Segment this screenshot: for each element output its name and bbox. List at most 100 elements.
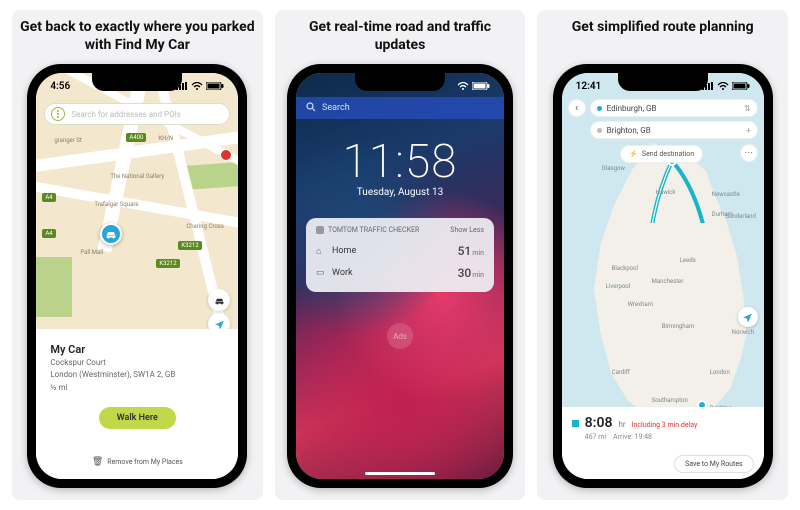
map-label: Pall Mall	[80, 249, 103, 256]
eta-value: 51	[458, 244, 472, 258]
city-label: Newcastle	[712, 191, 740, 198]
car-icon	[214, 296, 225, 305]
city-label: Sunderland	[726, 213, 756, 220]
city-label: Cardiff	[612, 369, 630, 376]
widget-title: TOMTOM TRAFFIC CHECKER	[328, 226, 419, 234]
search-icon	[306, 102, 316, 115]
work-icon: ▭	[316, 268, 326, 278]
origin-field[interactable]: Edinburgh, GB ⇅	[590, 99, 758, 117]
city-label: Wrexham	[628, 301, 653, 308]
locate-icon	[742, 312, 753, 323]
back-button[interactable]: ‹	[568, 99, 586, 117]
status-time: 12:41	[576, 81, 602, 92]
route-color-swatch	[572, 420, 579, 427]
eta-value: 30	[458, 266, 472, 280]
panel-route-planning: Get simplified route planning 12:41	[537, 10, 788, 500]
city-label: Norwich	[732, 329, 754, 336]
destination-pin[interactable]	[697, 400, 707, 407]
widget-row-home[interactable]: ⌂ Home 51min	[316, 240, 484, 262]
status-time: 4:56	[50, 81, 70, 92]
notch	[618, 73, 708, 91]
dest-dot-icon	[597, 128, 602, 133]
city-label: Manchester	[652, 278, 684, 285]
road-badge: K3212	[178, 241, 201, 250]
map-label: KH/N	[158, 135, 173, 142]
status-right	[457, 82, 490, 90]
car-fab[interactable]	[208, 289, 230, 311]
city-label: London	[710, 369, 730, 376]
wifi-icon	[191, 82, 203, 90]
city-label: Glasgow	[602, 165, 625, 172]
card-distance: ½ mi	[50, 383, 224, 393]
map-label: Charing Cross	[186, 223, 224, 230]
battery-icon	[472, 82, 490, 90]
destination-text: Brighton, GB	[607, 126, 651, 135]
eta-unit: min	[472, 271, 484, 279]
show-less-button[interactable]: Show Less	[450, 226, 484, 234]
map-label: granger St	[54, 137, 81, 144]
home-indicator[interactable]	[365, 472, 435, 475]
panel-find-my-car: Get back to exactly where you parked wit…	[12, 10, 263, 500]
walk-here-button[interactable]: Walk Here	[99, 407, 176, 429]
dest-label: Work	[332, 268, 353, 278]
menu-icon[interactable]	[51, 107, 65, 121]
notch	[355, 73, 445, 91]
clock-time: 11:58	[296, 135, 504, 189]
panel-title: Get simplified route planning	[572, 18, 754, 54]
battery-icon	[206, 82, 224, 90]
search-label: Search	[322, 103, 350, 113]
remove-from-places-button[interactable]: 🗑 Remove from My Places	[50, 457, 224, 471]
city-label: Hawick	[656, 189, 676, 196]
battery-icon	[732, 82, 750, 90]
swap-icon[interactable]: ⇅	[744, 104, 751, 113]
road-badge: A400	[126, 133, 146, 142]
route-inputs: ‹ Edinburgh, GB ⇅ Brighton, GB + ⚡ Send	[568, 99, 758, 163]
map-label: Trafalgar Square	[94, 201, 138, 208]
send-destination-button[interactable]: ⚡ Send destination	[620, 145, 703, 163]
lock-clock: 11:58 Tuesday, August 13	[296, 135, 504, 198]
recenter-button[interactable]	[738, 307, 758, 327]
widget-header: TOMTOM TRAFFIC CHECKER Show Less	[316, 226, 484, 234]
city-label: Blackpool	[612, 265, 638, 272]
map-label: The National Gallery	[110, 173, 164, 180]
car-location-pin[interactable]	[100, 223, 122, 245]
phone-screen-2: Search 11:58 Tuesday, August 13 TOMTOM T…	[296, 73, 504, 479]
panel-title: Get back to exactly where you parked wit…	[20, 18, 255, 54]
city-label: Leeds	[680, 257, 696, 264]
status-right	[176, 82, 224, 90]
car-icon	[105, 229, 117, 239]
notch	[92, 73, 182, 91]
phone-screen-3: 12:41 Glasgow Newcastle Durham	[562, 73, 764, 479]
widget-row-work[interactable]: ▭ Work 30min	[316, 262, 484, 284]
route-summary-card: 8:08 hr Including 3 min delay 467 mi Arr…	[562, 407, 764, 479]
trash-icon: 🗑	[92, 457, 103, 467]
add-stop-icon[interactable]: +	[746, 126, 751, 135]
home-icon: ⌂	[316, 246, 326, 257]
options-button[interactable]: ⋯	[740, 144, 758, 162]
traffic-widget[interactable]: TOMTOM TRAFFIC CHECKER Show Less ⌂ Home …	[306, 218, 494, 292]
city-label: Liverpool	[606, 283, 630, 290]
city-label: Southampton	[652, 397, 688, 404]
spotlight-search[interactable]: Search	[296, 97, 504, 119]
phone-frame: 12:41 Glasgow Newcastle Durham	[553, 64, 773, 488]
map-park	[36, 257, 72, 317]
road-badge: A4	[42, 229, 55, 238]
road-badge: K3212	[156, 259, 179, 268]
search-bar[interactable]: Search for addresses and POIs	[44, 103, 230, 125]
delay-text: Including 3 min delay	[632, 421, 698, 429]
destination-field[interactable]: Brighton, GB +	[590, 121, 758, 139]
card-address-2: London (Westminster), SW1A 2, GB	[50, 370, 224, 380]
origin-dot-icon	[597, 106, 602, 111]
ads-pill[interactable]: Ads	[387, 323, 413, 349]
card-title: My Car	[50, 343, 224, 356]
eta-unit: min	[472, 249, 484, 257]
search-input[interactable]: Search for addresses and POIs	[71, 110, 223, 119]
wifi-icon	[457, 82, 469, 90]
eta-time: 8:08	[585, 415, 613, 431]
status-right	[702, 82, 750, 90]
city-label: Birmingham	[662, 323, 694, 330]
clock-date: Tuesday, August 13	[296, 187, 504, 198]
bolt-icon: ⚡	[629, 150, 638, 158]
save-route-button[interactable]: Save to My Routes	[674, 455, 754, 473]
phone-frame: 4:56 granger St The National Gallery Tra…	[27, 64, 247, 488]
